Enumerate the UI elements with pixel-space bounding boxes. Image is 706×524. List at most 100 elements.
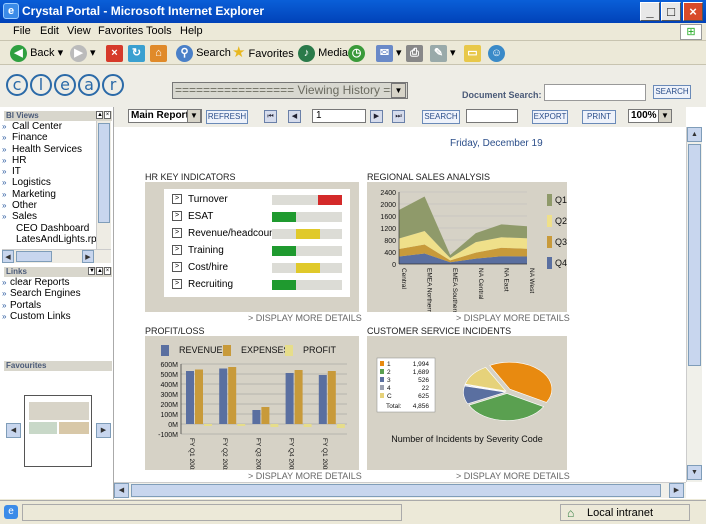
favourite-thumbnail[interactable] xyxy=(24,395,92,467)
hr-row-cost-hire[interactable]: > Cost/hire xyxy=(172,261,228,275)
stop-button[interactable]: × xyxy=(106,44,123,62)
hr-row-training[interactable]: > Training xyxy=(172,244,224,258)
regional-more-details-link[interactable]: > DISPLAY MORE DETAILS xyxy=(456,313,570,323)
media-button[interactable]: ♪ Media xyxy=(298,44,348,62)
profit-more-details-link[interactable]: > DISPLAY MORE DETAILS xyxy=(248,471,362,481)
status-bar: e ⌂ Local intranet xyxy=(0,500,706,524)
menu-favorites[interactable]: Favorites xyxy=(98,25,143,37)
minimize-button[interactable]: _ xyxy=(640,2,660,21)
link-search-engines[interactable]: » Search Engines xyxy=(2,288,110,299)
page-number-input[interactable]: 1 xyxy=(312,109,366,123)
discuss-icon: ▭ xyxy=(464,44,481,62)
report-search-input[interactable] xyxy=(466,109,518,123)
export-button[interactable]: EXPORT xyxy=(532,110,568,124)
legend-label: REVENUE xyxy=(179,345,223,355)
bi-view-hr[interactable]: » HR xyxy=(2,155,96,166)
favourites-prev-icon[interactable]: ◀ xyxy=(6,423,21,438)
hr-row-label: Cost/hire xyxy=(188,262,229,273)
report-vscrollbar[interactable]: ▲ ▼ xyxy=(686,127,702,482)
links-expand-icon[interactable]: ▲ xyxy=(96,267,103,275)
bi-view-sales[interactable]: » Sales xyxy=(2,211,96,222)
scroll-down-icon[interactable]: ▼ xyxy=(687,465,702,480)
menu-help[interactable]: Help xyxy=(180,25,203,37)
mail-button[interactable]: ✉ ▾ xyxy=(376,44,402,62)
bi-view-label: Sales xyxy=(12,211,38,223)
bi-views-hscrollbar[interactable]: ◀ ▶ xyxy=(2,249,111,263)
scroll-up-icon[interactable]: ▲ xyxy=(687,127,702,142)
viewing-history-dropdown-icon[interactable]: ▼ xyxy=(391,83,406,98)
hr-gauge xyxy=(272,246,342,256)
home-button[interactable]: ⌂ xyxy=(150,44,167,62)
hr-more-details-link[interactable]: > DISPLAY MORE DETAILS xyxy=(248,313,362,323)
bi-view-it[interactable]: » IT xyxy=(2,166,96,177)
refresh-report-button[interactable]: REFRESH xyxy=(206,110,248,124)
menu-edit[interactable]: Edit xyxy=(40,25,59,37)
menu-file[interactable]: File xyxy=(13,25,31,37)
close-button[interactable]: × xyxy=(683,2,703,21)
discuss-button[interactable]: ▭ xyxy=(464,44,481,62)
report-select-dropdown-icon[interactable]: ▼ xyxy=(187,109,201,123)
history-button[interactable]: ◷ xyxy=(348,44,365,62)
scroll-left-icon[interactable]: ◀ xyxy=(2,250,14,263)
bi-views-hscroll-thumb[interactable] xyxy=(16,251,52,262)
bi-views-collapse-icon[interactable]: ▲ xyxy=(96,111,103,119)
favorites-button[interactable]: ★ Favorites xyxy=(232,44,294,62)
zoom-dropdown-icon[interactable]: ▼ xyxy=(658,109,672,123)
hr-row-recruiting[interactable]: > Recruiting xyxy=(172,278,233,292)
viewing-history-select[interactable]: ================= Viewing History == xyxy=(172,82,408,99)
bi-file-ceo-dashboard[interactable]: CEO Dashboard xyxy=(2,223,96,234)
report-search-button[interactable]: SEARCH xyxy=(422,110,460,124)
legend-label: 2 xyxy=(387,369,391,376)
bi-views-scroll-thumb[interactable] xyxy=(98,123,110,223)
scroll-right-icon[interactable]: ▶ xyxy=(82,250,94,263)
bi-view-marketing[interactable]: » Marketing xyxy=(2,189,96,200)
prev-page-icon[interactable]: ◀ xyxy=(288,110,301,123)
links-collapse-icon[interactable]: ▼ xyxy=(88,267,95,275)
bi-views-close-icon[interactable]: × xyxy=(104,111,111,119)
bi-views-vscrollbar[interactable] xyxy=(96,121,111,249)
bi-view-finance[interactable]: » Finance xyxy=(2,132,96,143)
link-portals[interactable]: » Portals xyxy=(2,300,110,311)
document-search-button[interactable]: SEARCH xyxy=(653,85,691,99)
print-button[interactable]: ⎙ xyxy=(406,44,423,62)
report-hscrollbar[interactable]: ◀ ▶ xyxy=(114,482,686,498)
next-page-icon[interactable]: ▶ xyxy=(370,110,383,123)
thumbnail-preview-right xyxy=(59,422,89,434)
bi-view-health-services[interactable]: » Health Services xyxy=(2,144,96,155)
bi-file-lates-and-lights[interactable]: LatesAndLights.rpt xyxy=(2,234,96,245)
report-vscroll-thumb[interactable] xyxy=(688,144,701,366)
bi-view-other[interactable]: » Other xyxy=(2,200,96,211)
x-tick-label: FY Q3 2002 xyxy=(254,438,261,470)
messenger-button[interactable]: ☺ xyxy=(488,44,505,62)
refresh-button[interactable]: ↻ xyxy=(128,44,145,62)
scroll-right-icon[interactable]: ▶ xyxy=(669,483,684,498)
menu-tools[interactable]: Tools xyxy=(146,25,172,37)
edit-button[interactable]: ✎ ▾ xyxy=(430,44,456,62)
menu-view[interactable]: View xyxy=(67,25,91,37)
favourites-next-icon[interactable]: ▶ xyxy=(96,423,111,438)
document-search-input[interactable] xyxy=(544,84,646,101)
print-report-button[interactable]: PRINT xyxy=(582,110,616,124)
maximize-button[interactable]: □ xyxy=(661,2,681,21)
link-clear-reports[interactable]: » clear Reports xyxy=(2,277,110,288)
hr-row-revenue-headcount[interactable]: > Revenue/headcount xyxy=(172,227,278,241)
incidents-more-details-link[interactable]: > DISPLAY MORE DETAILS xyxy=(456,471,570,481)
report-hscroll-thumb[interactable] xyxy=(131,484,661,497)
forward-arrow-icon: ▶ xyxy=(70,44,87,62)
bi-view-logistics[interactable]: » Logistics xyxy=(2,177,96,188)
bi-views-title: BI Views xyxy=(6,111,39,120)
home-icon: ⌂ xyxy=(150,44,167,62)
hr-row-label: Recruiting xyxy=(188,279,234,290)
bi-view-call-center[interactable]: » Call Center xyxy=(2,121,96,132)
hr-row-turnover[interactable]: > Turnover xyxy=(172,193,228,207)
y-tick-label: 0M xyxy=(168,422,178,429)
scroll-left-icon[interactable]: ◀ xyxy=(114,483,129,498)
forward-button[interactable]: ▶ ▾ xyxy=(70,44,96,62)
link-custom-links[interactable]: » Custom Links xyxy=(2,311,110,322)
first-page-icon[interactable]: ⏮ xyxy=(264,110,277,123)
last-page-icon[interactable]: ⏭ xyxy=(392,110,405,123)
search-button[interactable]: ⚲ Search xyxy=(176,44,231,62)
links-close-icon[interactable]: × xyxy=(104,267,111,275)
hr-row-esat[interactable]: > ESAT xyxy=(172,210,213,224)
back-button[interactable]: ◀ Back ▾ xyxy=(10,44,63,62)
